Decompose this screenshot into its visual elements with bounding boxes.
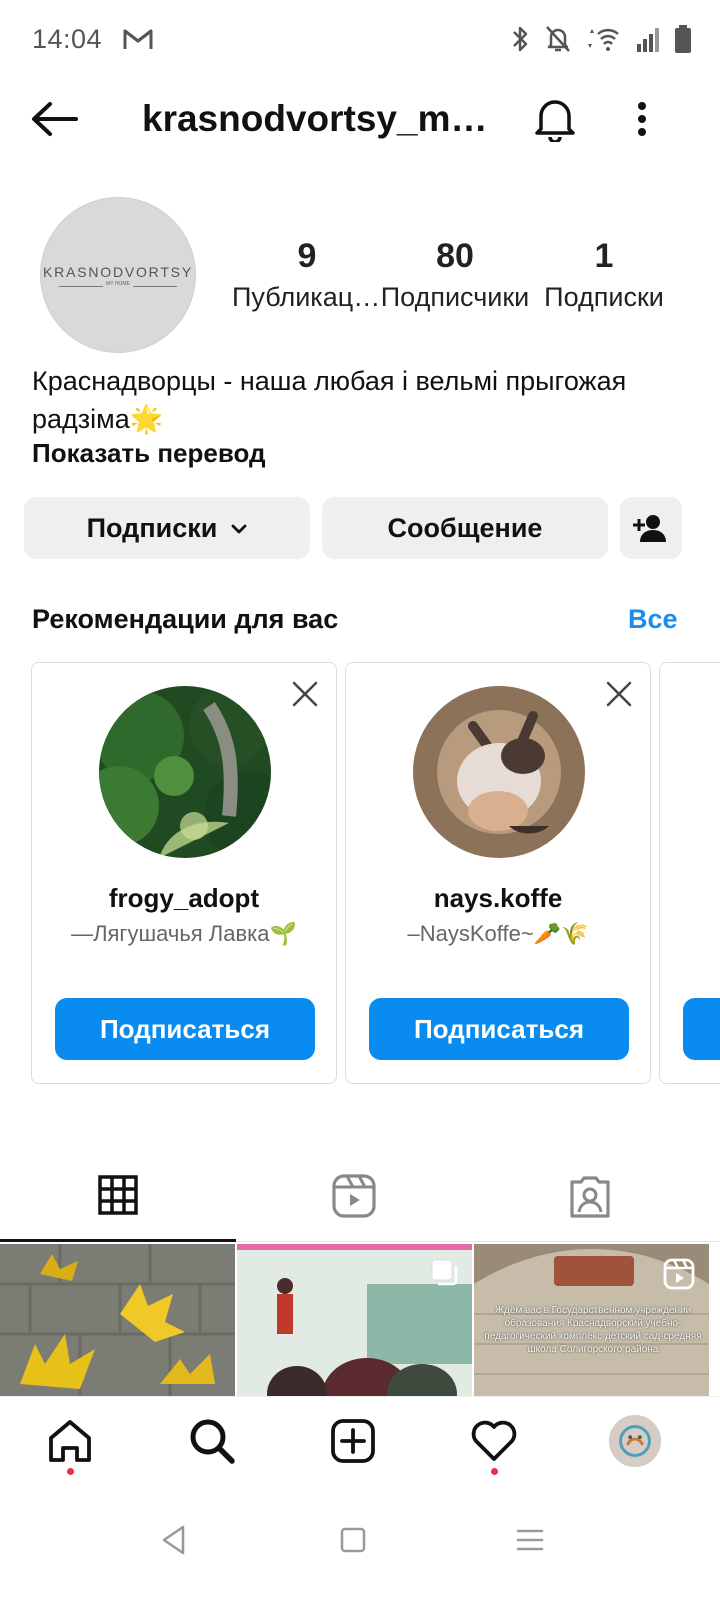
suggestion-description: –NaysKoffe~🥕🌾 (407, 921, 589, 946)
back-arrow-icon (32, 102, 78, 136)
profile-username-title: krasnodvortsy_my_home (142, 98, 502, 139)
nav-profile[interactable] (587, 1397, 683, 1485)
stat-posts[interactable]: 9 Публикации (232, 235, 382, 317)
tagged-icon (570, 1176, 610, 1218)
following-button[interactable]: Подписки (24, 497, 310, 559)
stat-followers[interactable]: 80 Подписчики (380, 235, 530, 317)
notifications-button[interactable] (530, 92, 580, 146)
suggested-people-button[interactable] (620, 497, 682, 559)
grid-icon (98, 1174, 138, 1215)
wifi-icon (588, 29, 619, 51)
system-recents-button[interactable] (500, 1510, 560, 1570)
stat-followers-label: Подписчики (380, 282, 530, 312)
system-home-button[interactable] (323, 1510, 383, 1570)
chevron-down-icon (231, 524, 247, 534)
signal-icon (637, 28, 659, 52)
tab-reels[interactable] (236, 1150, 472, 1242)
home-icon (49, 1420, 91, 1462)
stat-posts-label: Публикации (232, 282, 382, 312)
suggestion-card-partial (659, 662, 720, 1084)
home-notification-dot (67, 1468, 74, 1475)
profile-avatar-image (610, 1416, 660, 1466)
suggestion-card: nays.koffe –NaysKoffe~🥕🌾 Подписаться (345, 662, 651, 1084)
more-vertical-icon (638, 102, 646, 136)
bluetooth-icon (513, 26, 528, 52)
nav-search[interactable] (164, 1397, 260, 1485)
stat-following[interactable]: 1 Подписки (529, 235, 679, 317)
suggestions-title: Рекомендации для вас (32, 604, 339, 634)
suggestion-avatar[interactable] (99, 686, 271, 858)
cat-avatar-image (413, 686, 585, 858)
profile-bio: Краснадворцы - наша любая і вельмі прыго… (32, 362, 692, 438)
reel-badge-icon (663, 1258, 695, 1290)
heart-icon (471, 1420, 517, 1461)
post-overlay-text: Ждём вас в Государственном учреждении об… (484, 1305, 702, 1355)
post-thumbnail[interactable]: Ждём вас в Государственном учреждении об… (474, 1244, 709, 1396)
bottom-navigation (0, 1396, 720, 1484)
battery-icon (675, 25, 691, 53)
close-icon[interactable] (290, 679, 320, 709)
stat-posts-value: 9 (297, 237, 317, 275)
profile-nav-avatar (609, 1415, 661, 1467)
show-translation-link[interactable]: Показать перевод (32, 438, 266, 469)
posts-grid: Ждём вас в Государственном учреждении об… (0, 1244, 720, 1396)
system-navigation-bar (0, 1484, 720, 1600)
nav-create[interactable] (305, 1397, 401, 1485)
follow-button[interactable]: Подписаться (369, 998, 629, 1060)
follow-button[interactable]: Подписаться (55, 998, 315, 1060)
suggestion-avatar[interactable] (413, 686, 585, 858)
reels-icon (332, 1174, 376, 1218)
tab-posts-grid[interactable] (0, 1150, 236, 1242)
triangle-back-icon (162, 1525, 185, 1555)
gmail-icon (123, 29, 153, 49)
system-back-button[interactable] (144, 1510, 204, 1570)
create-icon (331, 1419, 375, 1463)
post-thumbnail[interactable] (237, 1244, 472, 1396)
add-person-icon (633, 515, 666, 542)
maple-leaves-image (0, 1244, 235, 1396)
suggestion-card: frogy_adopt —Лягушачья Лавка🌱 Подписатьс… (31, 662, 337, 1084)
avatar-sub-text: MY HOME (103, 280, 133, 287)
nav-activity[interactable] (446, 1397, 542, 1485)
activity-notification-dot (491, 1468, 498, 1475)
stat-followers-value: 80 (436, 237, 474, 275)
menu-lines-icon (516, 1529, 544, 1551)
suggestion-username[interactable]: nays.koffe (346, 883, 650, 914)
status-bar: 14:04 (0, 0, 720, 80)
message-button-label: Сообщение (387, 512, 543, 543)
square-home-icon (340, 1527, 366, 1553)
message-button[interactable]: Сообщение (322, 497, 608, 559)
more-options-button[interactable] (630, 92, 654, 146)
suggestion-username[interactable]: frogy_adopt (32, 883, 336, 914)
nav-home[interactable] (22, 1397, 118, 1485)
mute-icon (546, 26, 570, 52)
following-button-label: Подписки (86, 512, 218, 543)
search-icon (190, 1419, 235, 1464)
bell-icon (535, 100, 575, 142)
avatar-divider: MY HOME (59, 280, 177, 287)
status-time: 14:04 (32, 24, 103, 54)
status-icons (510, 22, 692, 56)
multiple-photos-icon (431, 1259, 458, 1286)
post-thumbnail[interactable] (0, 1244, 235, 1396)
bio-line-2: радзіма🌟 (32, 404, 164, 434)
bio-line-1: Краснадворцы - наша любая і вельмі прыго… (32, 366, 627, 396)
back-button[interactable] (28, 94, 80, 144)
profile-avatar[interactable]: KRASNODVORTSY MY HOME (40, 197, 196, 353)
profile-header-bar: krasnodvortsy_my_home (0, 80, 720, 158)
suggestion-description: —Лягушачья Лавка🌱 (71, 921, 297, 946)
suggestions-see-all-link[interactable]: Все (628, 604, 678, 635)
follow-button-partial[interactable] (683, 998, 720, 1060)
stat-following-value: 1 (594, 237, 614, 275)
profile-stats: 9 Публикации 80 Подписчики 1 Подписки (232, 235, 692, 325)
stat-following-label: Подписки (544, 282, 664, 312)
avatar-brand-text: KRASNODVORTSY (43, 263, 193, 280)
profile-tabs (0, 1150, 720, 1242)
forest-avatar-image (99, 686, 271, 858)
close-icon[interactable] (604, 679, 634, 709)
tab-tagged[interactable] (472, 1150, 708, 1242)
